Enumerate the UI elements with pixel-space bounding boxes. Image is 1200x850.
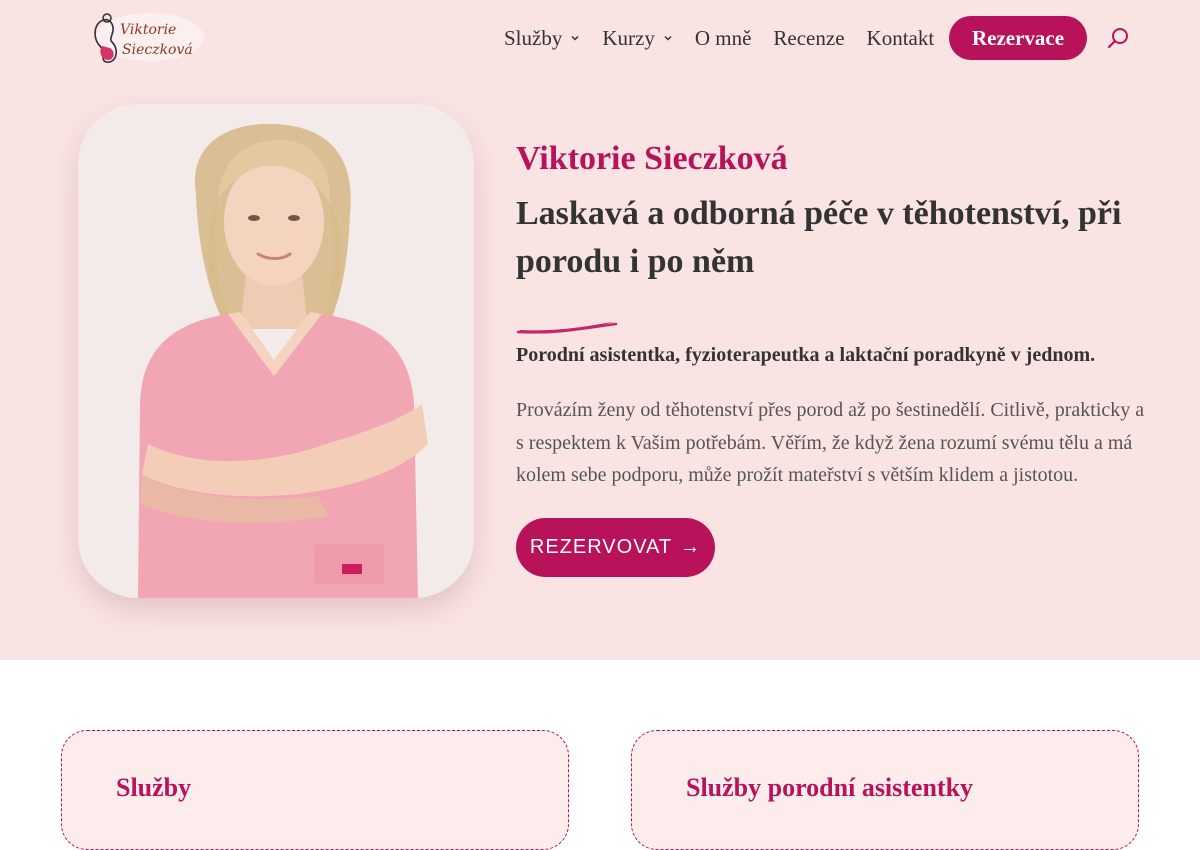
nav-item-label: Kurzy	[602, 25, 655, 50]
hero-description: Provázím ženy od těhotenství přes porod …	[516, 399, 1145, 486]
search-icon[interactable]	[1106, 26, 1130, 50]
logo[interactable]: Viktorie Sieczková	[86, 6, 206, 68]
reservation-button[interactable]: Rezervace	[949, 16, 1087, 60]
arrow-right-icon: →	[680, 536, 702, 558]
services-card[interactable]: Služby	[61, 730, 569, 850]
nav-item-sluzby[interactable]: Služby	[504, 26, 580, 51]
chevron-down-icon	[570, 33, 580, 43]
hero-subtitle: Porodní asistentka, fyzioterapeutka a la…	[516, 344, 1096, 366]
hero-name: Viktorie Sieczková	[516, 140, 788, 177]
chevron-down-icon	[663, 33, 673, 43]
nav-item-label: Recenze	[773, 25, 845, 50]
svg-text:Sieczková: Sieczková	[122, 42, 193, 58]
nav-item-label: O mně	[694, 25, 752, 50]
card-title: Služby	[116, 773, 192, 802]
nav-item-label: Služby	[504, 25, 563, 50]
svg-text:Viktorie: Viktorie	[120, 22, 176, 38]
card-title: Služby porodní asistentky	[686, 773, 974, 802]
hero-title: Laskavá a odborná péče v těhotenství, př…	[516, 195, 1122, 280]
nav-item-kurzy[interactable]: Kurzy	[602, 26, 672, 51]
book-now-button[interactable]: REZERVOVAT →	[516, 518, 715, 577]
nav-item-recenze[interactable]: Recenze	[773, 26, 844, 51]
portrait-photo	[78, 104, 474, 598]
nav-item-kontakt[interactable]: Kontakt	[867, 26, 935, 51]
site-header: Viktorie Sieczková Služby Kurzy O mně Re…	[0, 0, 1200, 76]
decorative-swoosh	[516, 322, 618, 334]
main-nav: Služby Kurzy O mně Recenze Kontakt	[504, 16, 956, 60]
book-now-label: REZERVOVAT	[529, 536, 673, 558]
nav-item-label: Kontakt	[866, 25, 935, 50]
midwife-services-card[interactable]: Služby porodní asistentky	[631, 730, 1139, 850]
nav-item-o-mne[interactable]: O mně	[695, 26, 752, 51]
